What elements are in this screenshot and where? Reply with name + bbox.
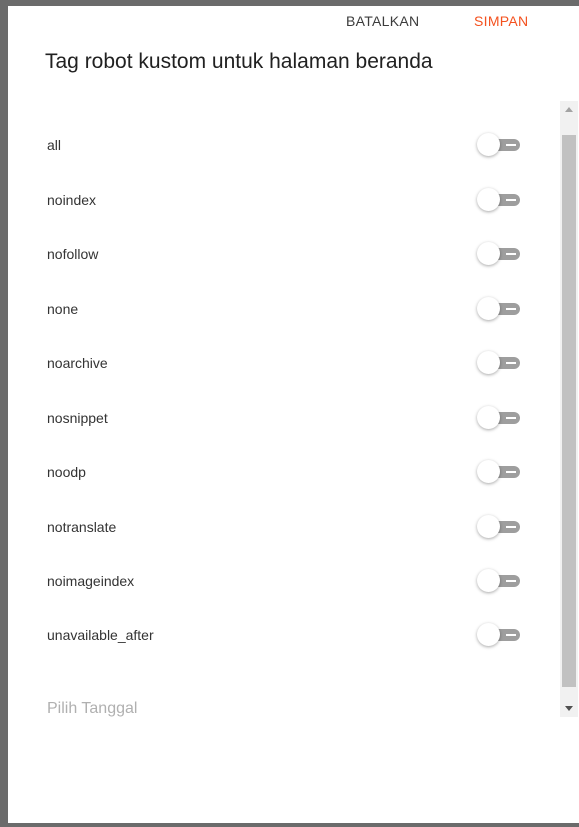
scrollbar-thumb[interactable] (562, 135, 576, 687)
option-row-all: all (8, 118, 558, 172)
toggle-noarchive[interactable] (474, 350, 526, 376)
toggle-none[interactable] (474, 296, 526, 322)
toggle-notranslate[interactable] (474, 514, 526, 540)
toggle-unavailable-after[interactable] (474, 622, 526, 648)
toggle-noindex[interactable] (474, 187, 526, 213)
option-label: none (47, 301, 79, 317)
option-label: nofollow (47, 246, 99, 262)
option-row-nofollow: nofollow (8, 227, 558, 281)
scroll-down-icon[interactable] (560, 700, 578, 717)
robots-tag-dialog: Tag robot kustom untuk halaman beranda a… (8, 6, 579, 823)
option-label: all (47, 137, 62, 153)
option-row-noimageindex: noimageindex (8, 554, 558, 608)
option-label: noarchive (47, 355, 108, 371)
option-row-noodp: noodp (8, 445, 558, 499)
toggle-nofollow[interactable] (474, 241, 526, 267)
cancel-button[interactable]: BATALKAN (346, 6, 419, 36)
toggle-all[interactable] (474, 132, 526, 158)
option-label: unavailable_after (47, 627, 154, 643)
dialog-title: Tag robot kustom untuk halaman beranda (45, 50, 433, 73)
scroll-up-icon[interactable] (560, 101, 578, 118)
toggle-noimageindex[interactable] (474, 568, 526, 594)
option-label: noindex (47, 192, 97, 208)
option-label: noodp (47, 464, 86, 480)
option-row-nosnippet: nosnippet (8, 391, 558, 445)
date-picker-input[interactable]: Pilih Tanggal (47, 700, 137, 718)
option-row-noarchive: noarchive (8, 336, 558, 390)
option-label: nosnippet (47, 410, 108, 426)
option-label: noimageindex (47, 573, 135, 589)
option-row-noindex: noindex (8, 173, 558, 227)
scrollbar[interactable] (560, 101, 578, 717)
toggle-nosnippet[interactable] (474, 405, 526, 431)
option-row-notranslate: notranslate (8, 500, 558, 554)
option-label: notranslate (47, 519, 117, 535)
option-row-none: none (8, 282, 558, 336)
option-row-unavailable-after: unavailable_after (8, 608, 558, 662)
save-button[interactable]: SIMPAN (474, 6, 528, 36)
toggle-noodp[interactable] (474, 459, 526, 485)
options-list: all noindex nofollow none noarchive nosn… (8, 104, 579, 730)
